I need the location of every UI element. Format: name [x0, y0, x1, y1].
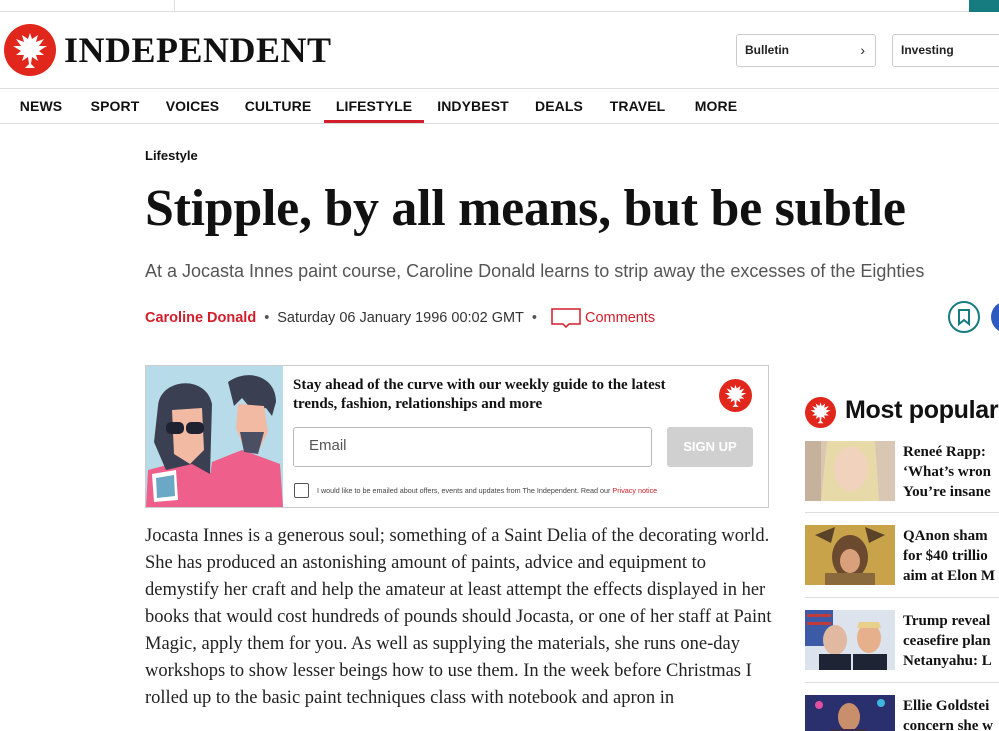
- sign-up-button[interactable]: SIGN UP: [667, 427, 753, 467]
- headline-line: concern she w: [903, 718, 993, 731]
- article-headline: Stipple, by all means, but be subtle: [145, 180, 906, 237]
- headline-line: Reneé Rapp:: [903, 444, 986, 460]
- consent-text: I would like to be emailed about offers,…: [317, 486, 657, 495]
- popular-headline: Reneé Rapp: ‘What’s wron You’re insane: [903, 442, 999, 502]
- popular-thumbnail[interactable]: [805, 525, 895, 585]
- nav-item-sport[interactable]: SPORT: [84, 89, 146, 123]
- masthead: INDEPENDENT Bulletin › Investing: [0, 12, 999, 88]
- headline-line: for $40 trillio: [903, 548, 988, 564]
- most-popular-title: Most popular: [845, 396, 999, 424]
- nav-item-indybest[interactable]: INDYBEST: [432, 89, 514, 123]
- headline-line: Netanyahu: L: [903, 653, 992, 669]
- popular-item[interactable]: QAnon sham for $40 trillio aim at Elon M: [805, 525, 999, 585]
- independent-eagle-logo-icon[interactable]: [4, 24, 56, 76]
- chevron-right-icon: ›: [860, 42, 865, 58]
- nav-item-voices[interactable]: VOICES: [160, 89, 225, 123]
- site-wordmark[interactable]: INDEPENDENT: [64, 29, 332, 71]
- popular-item[interactable]: Reneé Rapp: ‘What’s wron You’re insane: [805, 441, 999, 501]
- bulletin-button[interactable]: Bulletin ›: [736, 34, 876, 67]
- investing-label: Investing: [901, 43, 954, 57]
- separator-dot: •: [264, 310, 270, 326]
- bulletin-label: Bulletin: [745, 43, 789, 57]
- independent-eagle-icon: [805, 397, 836, 428]
- bookmark-button[interactable]: [948, 301, 980, 333]
- popular-item[interactable]: Trump reveal ceasefire plan Netanyahu: L: [805, 610, 999, 670]
- headline-line: ‘What’s wron: [903, 464, 991, 480]
- newsletter-headline: Stay ahead of the curve with our weekly …: [293, 377, 666, 412]
- most-popular-header: Most popular: [805, 396, 999, 428]
- popular-thumbnail[interactable]: [805, 441, 895, 501]
- popular-thumbnail[interactable]: [805, 610, 895, 670]
- popular-thumbnail[interactable]: [805, 695, 895, 731]
- section-kicker[interactable]: Lifestyle: [145, 148, 198, 163]
- separator-dot: •: [531, 310, 537, 326]
- popular-headline: Ellie Goldstei concern she w: [903, 696, 999, 731]
- article-standfirst: At a Jocasta Innes paint course, Carolin…: [145, 261, 925, 281]
- popular-headline: Trump reveal ceasefire plan Netanyahu: L: [903, 611, 999, 671]
- nav-item-travel[interactable]: TRAVEL: [604, 89, 671, 123]
- popular-headline: QAnon sham for $40 trillio aim at Elon M: [903, 526, 999, 586]
- nav-item-lifestyle[interactable]: LIFESTYLE: [324, 89, 424, 123]
- privacy-notice-link[interactable]: Privacy notice: [612, 486, 657, 495]
- headline-line: You’re insane: [903, 484, 991, 500]
- byline: Caroline Donald • Saturday 06 January 1996…: [145, 306, 655, 329]
- top-utility-strip: [0, 0, 999, 12]
- headline-line: QAnon sham: [903, 528, 988, 544]
- popular-item[interactable]: Ellie Goldstei concern she w: [805, 695, 999, 731]
- nav-item-culture[interactable]: CULTURE: [240, 89, 316, 123]
- newsletter-signup: Stay ahead of the curve with our weekly …: [145, 365, 769, 508]
- comments-link[interactable]: Comments: [585, 310, 655, 326]
- share-button[interactable]: [991, 301, 999, 333]
- publish-date: Saturday 06 January 1996 00:02 GMT: [277, 310, 524, 326]
- divider: [805, 512, 999, 513]
- headline-line: aim at Elon M: [903, 568, 996, 584]
- email-input[interactable]: Email: [293, 427, 652, 467]
- bookmark-icon: [958, 309, 970, 327]
- newsletter-illustration: [146, 366, 283, 507]
- divider: [174, 0, 175, 12]
- account-button[interactable]: [969, 0, 999, 12]
- main-nav: NEWS SPORT VOICES CULTURE LIFESTYLE INDY…: [0, 88, 999, 124]
- nav-item-more[interactable]: MORE: [686, 89, 746, 123]
- author-link[interactable]: Caroline Donald: [145, 310, 256, 326]
- investing-button[interactable]: Investing: [892, 34, 999, 67]
- divider: [805, 682, 999, 683]
- divider: [805, 597, 999, 598]
- article-body: Jocasta Innes is a generous soul; someth…: [145, 526, 772, 708]
- independent-eagle-icon: [719, 379, 752, 412]
- headline-line: Trump reveal: [903, 613, 991, 629]
- consent-label: I would like to be emailed about offers,…: [317, 486, 611, 495]
- nav-item-news[interactable]: NEWS: [12, 89, 70, 123]
- headline-line: ceasefire plan: [903, 633, 991, 649]
- comment-icon[interactable]: [551, 306, 581, 329]
- nav-item-deals[interactable]: DEALS: [530, 89, 588, 123]
- consent-checkbox[interactable]: [294, 483, 309, 498]
- headline-line: Ellie Goldstei: [903, 698, 990, 714]
